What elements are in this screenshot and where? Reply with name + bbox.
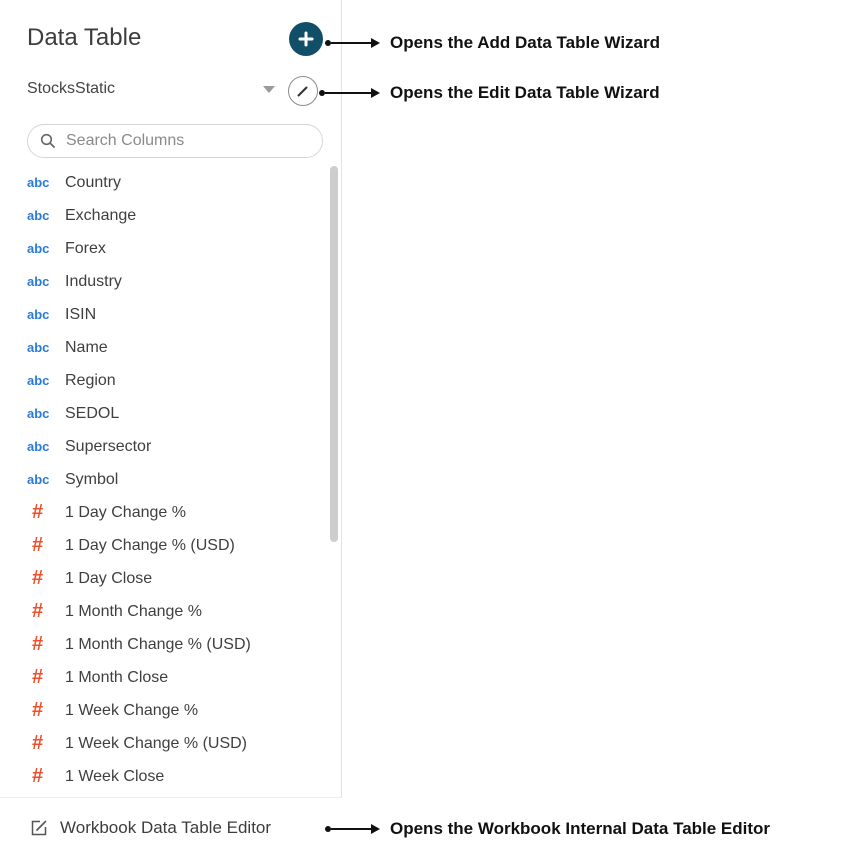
annotation-arrow	[371, 88, 380, 98]
column-name: 1 Day Change %	[65, 503, 186, 521]
column-item[interactable]: abc Exchange	[27, 199, 327, 232]
column-name: 1 Month Change %	[65, 602, 202, 620]
numeric-type-icon: #	[32, 666, 44, 688]
column-name: 1 Day Close	[65, 569, 153, 587]
text-type-icon: abc	[27, 241, 50, 256]
column-item[interactable]: # 1 Week Close	[27, 760, 327, 793]
column-name: Country	[65, 173, 122, 191]
column-item[interactable]: abc ISIN	[27, 298, 327, 331]
annotation-line	[331, 828, 371, 830]
text-type-icon: abc	[27, 274, 50, 289]
annotation-line	[325, 92, 371, 94]
panel-title: Data Table	[27, 24, 142, 51]
text-type-icon: abc	[27, 406, 50, 421]
column-item[interactable]: # 1 Day Change %	[27, 496, 327, 529]
text-type-icon: abc	[27, 340, 50, 355]
edit-data-table-button[interactable]	[288, 76, 318, 106]
column-item[interactable]: abc Country	[27, 166, 327, 199]
numeric-type-icon: #	[32, 567, 44, 589]
text-type-icon: abc	[27, 472, 50, 487]
text-type-icon: abc	[27, 208, 50, 223]
column-item[interactable]: # 1 Day Close	[27, 562, 327, 595]
column-item[interactable]: # 1 Week Change %	[27, 694, 327, 727]
column-name: Region	[65, 371, 116, 389]
annotation-edit-text: Opens the Edit Data Table Wizard	[390, 83, 660, 102]
workbook-data-table-editor-link[interactable]: Workbook Data Table Editor	[30, 818, 271, 838]
text-type-icon: abc	[27, 439, 50, 454]
annotation-arrow	[371, 38, 380, 48]
search-input[interactable]	[66, 132, 296, 150]
column-item[interactable]: # 1 Month Close	[27, 661, 327, 694]
column-name: Industry	[65, 272, 122, 290]
column-item[interactable]: abc Symbol	[27, 463, 327, 496]
numeric-type-icon: #	[32, 699, 44, 721]
annotation-edit: Opens the Edit Data Table Wizard	[319, 83, 660, 103]
column-name: SEDOL	[65, 404, 120, 422]
search-icon	[40, 133, 55, 148]
editor-link-label: Workbook Data Table Editor	[60, 818, 272, 837]
column-item[interactable]: abc Name	[27, 331, 327, 364]
numeric-type-icon: #	[32, 633, 44, 655]
column-name: Supersector	[65, 437, 152, 455]
numeric-type-icon: #	[32, 534, 44, 556]
annotation-add: Opens the Add Data Table Wizard	[325, 33, 660, 53]
column-item[interactable]: abc Supersector	[27, 430, 327, 463]
pencil-icon	[297, 86, 308, 97]
column-name: Exchange	[65, 206, 137, 224]
annotation-add-text: Opens the Add Data Table Wizard	[390, 33, 660, 52]
column-name: Symbol	[65, 470, 119, 488]
annotation-editor: Opens the Workbook Internal Data Table E…	[325, 819, 770, 839]
text-type-icon: abc	[27, 307, 50, 322]
column-item[interactable]: abc Industry	[27, 265, 327, 298]
column-item[interactable]: # 1 Month Change % (USD)	[27, 628, 327, 661]
numeric-type-icon: #	[32, 732, 44, 754]
add-data-table-button[interactable]	[289, 22, 323, 56]
column-item[interactable]: abc Region	[27, 364, 327, 397]
column-name: 1 Week Change % (USD)	[65, 734, 247, 752]
numeric-type-icon: #	[32, 600, 44, 622]
numeric-type-icon: #	[32, 765, 44, 787]
column-name: 1 Week Change %	[65, 701, 199, 719]
column-list: abc Country abc Exchange abc Forex abc I…	[27, 166, 327, 793]
annotation-editor-text: Opens the Workbook Internal Data Table E…	[390, 819, 771, 838]
text-type-icon: abc	[27, 175, 50, 190]
numeric-type-icon: #	[32, 501, 44, 523]
data-table-select[interactable]: StocksStatic	[27, 80, 115, 98]
edit-window-icon	[31, 820, 47, 836]
column-name: 1 Month Close	[65, 668, 169, 686]
column-item[interactable]: # 1 Week Change % (USD)	[27, 727, 327, 760]
column-item[interactable]: abc Forex	[27, 232, 327, 265]
column-name: 1 Week Close	[65, 767, 165, 785]
search-columns-field[interactable]	[27, 124, 323, 158]
column-list-scrollbar[interactable]	[330, 166, 338, 542]
caret-down-icon[interactable]	[263, 86, 275, 93]
column-name: Forex	[65, 239, 106, 257]
plus-icon	[298, 31, 314, 47]
column-name: ISIN	[65, 305, 97, 323]
data-table-panel: Data Table StocksStatic abc Country abc …	[0, 0, 342, 850]
column-item[interactable]: # 1 Day Change % (USD)	[27, 529, 327, 562]
annotation-line	[331, 42, 371, 44]
text-type-icon: abc	[27, 373, 50, 388]
column-item[interactable]: abc SEDOL	[27, 397, 327, 430]
column-name: 1 Month Change % (USD)	[65, 635, 251, 653]
annotation-arrow	[371, 824, 380, 834]
column-name: 1 Day Change % (USD)	[65, 536, 235, 554]
column-name: Name	[65, 338, 108, 356]
column-item[interactable]: # 1 Month Change %	[27, 595, 327, 628]
